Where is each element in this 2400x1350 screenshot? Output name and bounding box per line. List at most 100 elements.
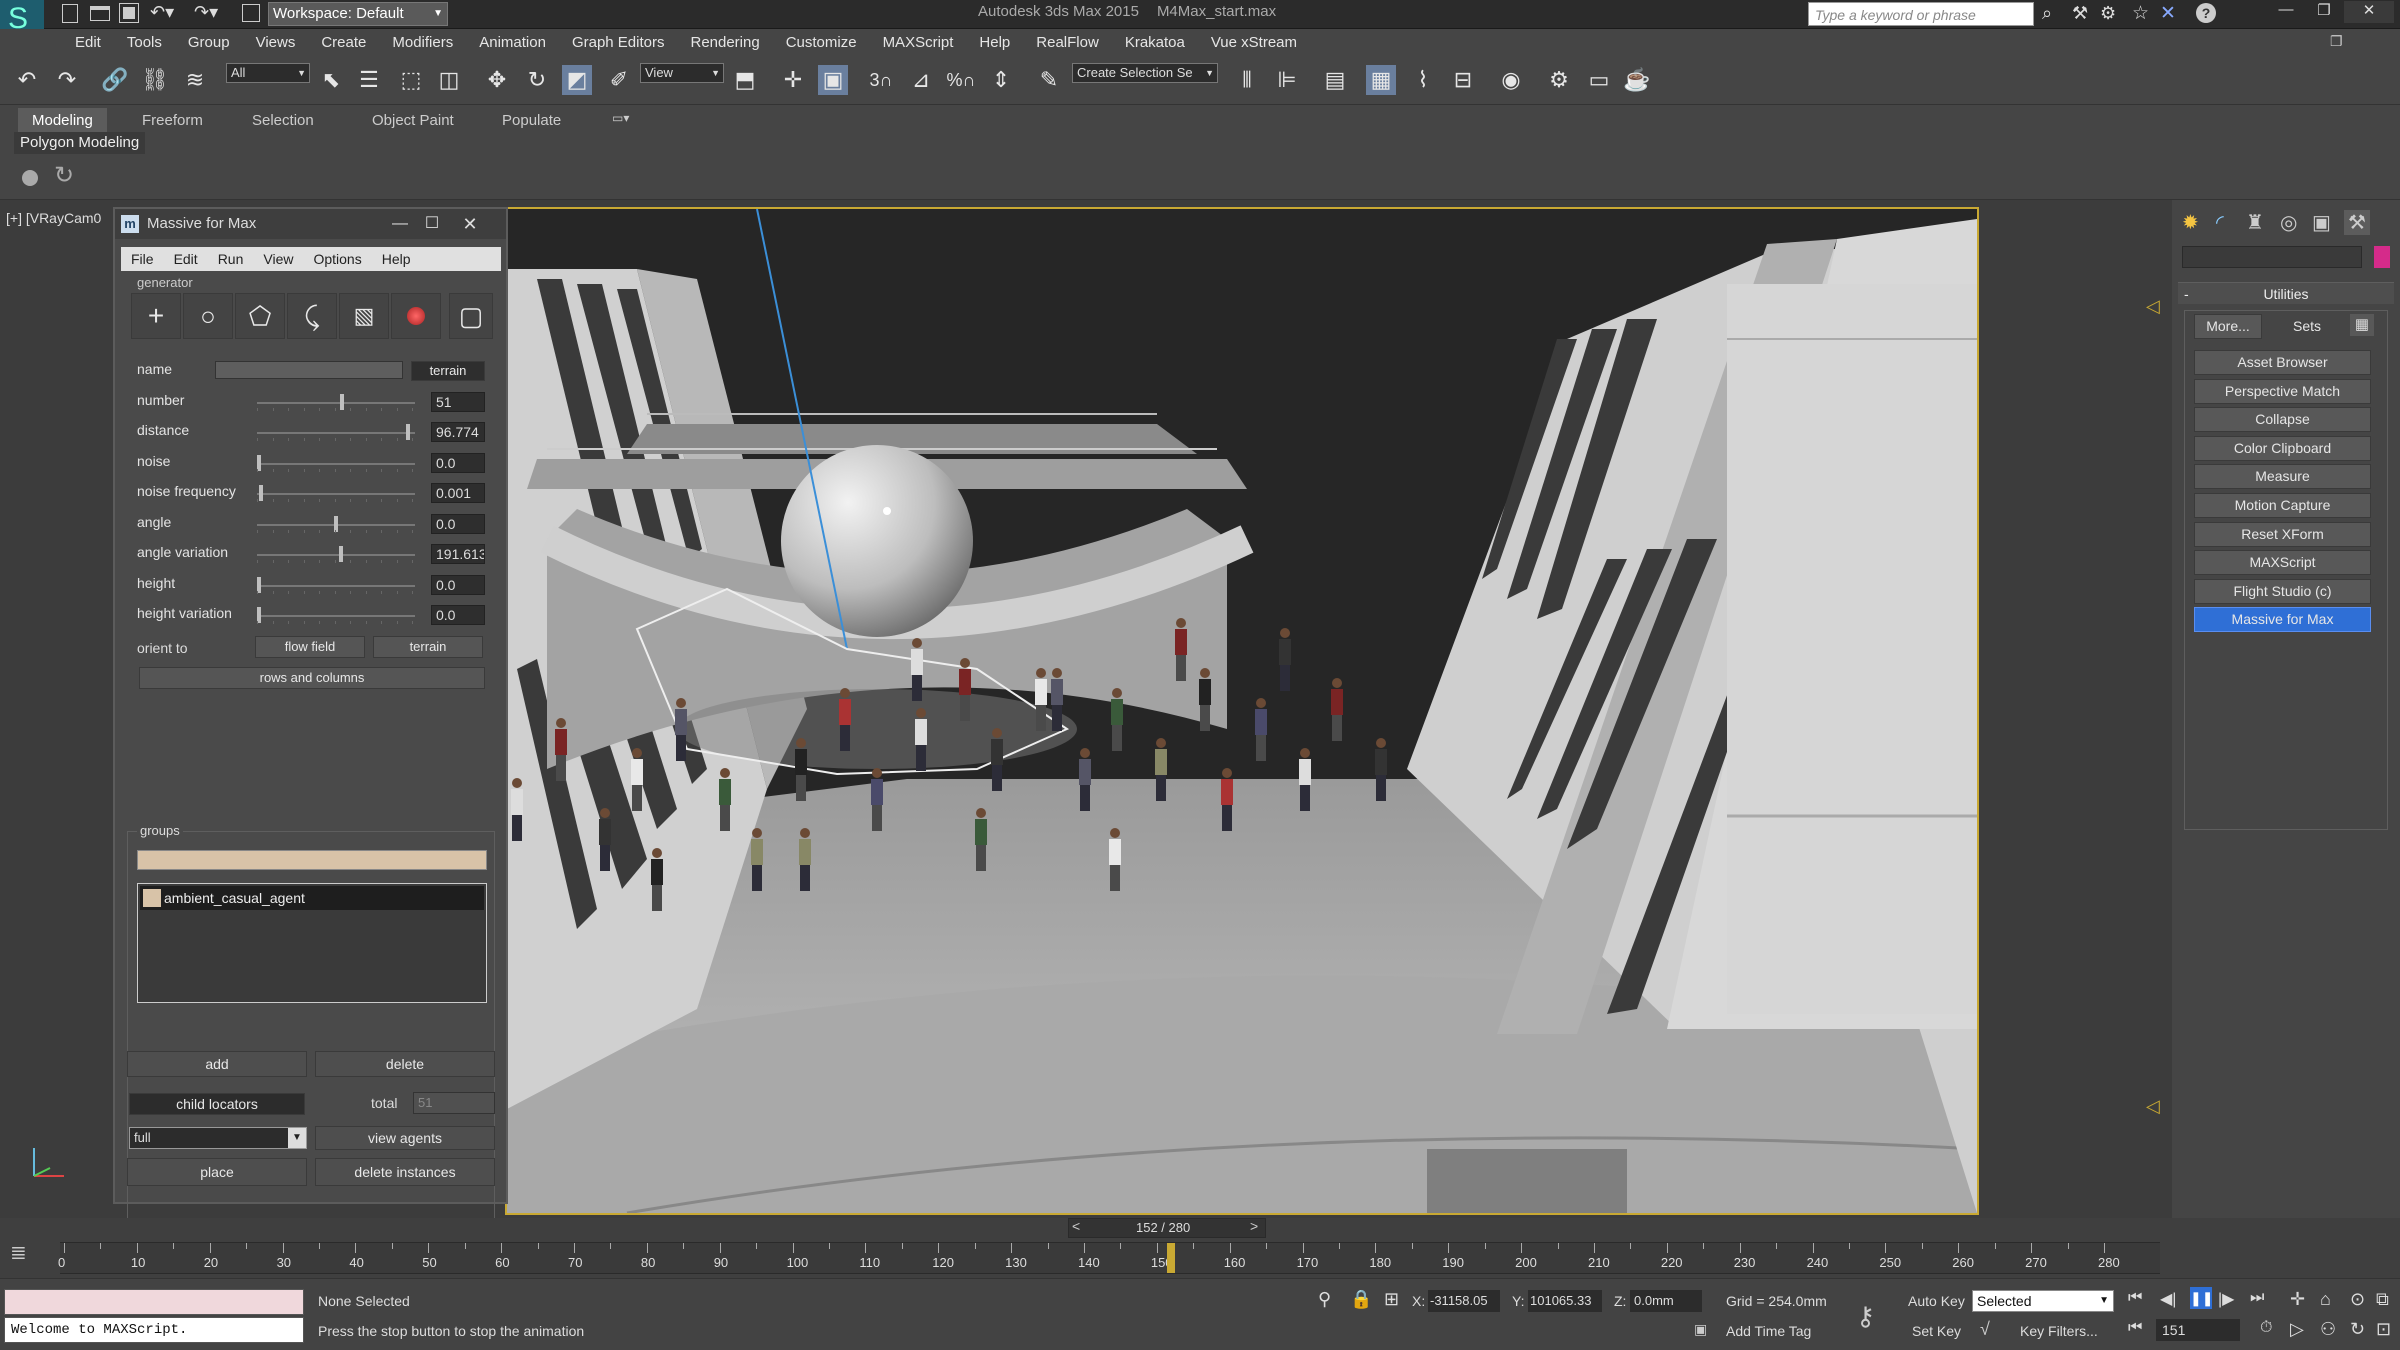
ribbon-subtab[interactable]: Polygon Modeling (14, 132, 146, 154)
rotate-icon[interactable]: ↻ (522, 65, 552, 95)
walk-through-icon[interactable]: ⚇ (2320, 1319, 2336, 1340)
edit-named-selection-icon[interactable]: ✎ (1034, 65, 1064, 95)
place-icon[interactable]: ✐ (604, 65, 634, 95)
pivot-center-icon[interactable]: ⬒ (730, 65, 760, 95)
help-icon[interactable]: ? (2196, 3, 2216, 23)
massive-menu-file[interactable]: File (121, 247, 164, 271)
group-color-swatch[interactable] (137, 850, 487, 870)
add-group-button[interactable]: add (127, 1051, 307, 1077)
key-selection-dropdown[interactable]: Selected ▼ (1972, 1290, 2114, 1312)
massive-menu-edit[interactable]: Edit (164, 247, 208, 271)
frame-generator-icon[interactable]: ▢ (449, 293, 493, 339)
render-production-icon[interactable]: ☕ (1622, 65, 1652, 95)
massive-menu-help[interactable]: Help (372, 247, 421, 271)
ribbon-tab-modeling[interactable]: Modeling (18, 108, 107, 134)
orient-flow-field-button[interactable]: flow field (255, 636, 365, 658)
y-coordinate-field[interactable]: 101065.33 (1528, 1290, 1602, 1312)
massive-close-button[interactable]: ✕ (455, 209, 485, 239)
move-icon[interactable]: ✥ (482, 65, 512, 95)
keyboard-shortcut-override-icon[interactable]: ▣ (818, 65, 848, 95)
distance-value-field[interactable]: 96.774 (431, 422, 485, 442)
number-value-field[interactable]: 51 (431, 391, 485, 412)
field-of-view-icon[interactable]: ⊙ (2350, 1289, 2365, 1310)
select-and-manipulate-icon[interactable]: ✛ (778, 65, 808, 95)
workspace-dropdown[interactable]: Workspace: Default ▼ (268, 2, 448, 26)
menu-help[interactable]: Help (966, 29, 1023, 57)
render-setup-icon[interactable]: ⚙ (1544, 65, 1574, 95)
spline-generator-icon[interactable]: ⤹ (287, 293, 337, 339)
name-field[interactable] (215, 361, 403, 379)
search-field[interactable]: Type a keyword or phrase (1808, 2, 2034, 26)
key-mode-icon[interactable]: ⚷ (1856, 1301, 1875, 1332)
menu-views[interactable]: Views (243, 29, 309, 57)
favorites-star-icon[interactable]: ☆ (2132, 2, 2149, 25)
select-by-name-icon[interactable]: ☰ (354, 65, 384, 95)
ribbon-tab-freeform[interactable]: Freeform (128, 108, 217, 134)
selection-lock-icon[interactable]: 🔒 (1350, 1289, 1372, 1310)
set-key-button[interactable]: Set Key (1912, 1323, 1961, 1339)
massive-menu-view[interactable]: View (253, 247, 303, 271)
menu-realflow[interactable]: RealFlow (1023, 29, 1112, 57)
time-configuration-icon[interactable]: ⏱ (2260, 1319, 2272, 1337)
massive-menu-run[interactable]: Run (208, 247, 254, 271)
circle-generator-icon[interactable]: ○ (183, 293, 233, 339)
communication-icon[interactable]: ⚙ (2100, 3, 2116, 24)
menu-vue-xstream[interactable]: Vue xStream (1198, 29, 1310, 57)
selection-filter-dropdown[interactable]: All ▼ (226, 63, 310, 83)
pan-icon[interactable]: ▷ (2290, 1319, 2304, 1340)
exchange-icon[interactable]: ✕ (2160, 2, 2176, 25)
unlink-icon[interactable]: ⛓ (140, 65, 170, 95)
menu-customize[interactable]: Customize (773, 29, 870, 57)
maxscript-listener-pink[interactable] (4, 1289, 304, 1315)
scale-icon[interactable]: ◩ (562, 65, 592, 95)
number-slider-handle[interactable] (340, 393, 344, 410)
mirror-icon[interactable]: ⫴ (1232, 65, 1262, 95)
curve-editor-icon[interactable]: ⌇ (1408, 65, 1438, 95)
time-slider-prev-icon[interactable]: < (1072, 1218, 1080, 1234)
placement-mode-dropdown[interactable]: full ▼ (129, 1127, 307, 1149)
noise-value-field[interactable]: 0.0 (431, 452, 485, 473)
new-file-icon[interactable] (62, 4, 78, 23)
zoom-icon[interactable]: ✛ (2290, 1289, 2305, 1310)
align-icon[interactable]: ⊫ (1272, 65, 1302, 95)
angle-variation-slider-handle[interactable] (339, 546, 343, 562)
track-bar[interactable]: 0 10 20 30 40 50 60 70 80 90 100 110 120 130 140 150 160… (58, 1242, 2160, 1274)
spinner-snap-icon[interactable]: ⇕ (986, 65, 1016, 95)
massive-menu-options[interactable]: Options (303, 247, 371, 271)
set-key-icon[interactable]: √ (1980, 1319, 1990, 1340)
close-window-button[interactable]: ✕ (2344, 1, 2394, 23)
maximize-viewport-icon[interactable]: ⧉ (2376, 1289, 2389, 1310)
menu-group[interactable]: Group (175, 29, 243, 57)
menu-tools[interactable]: Tools (114, 29, 175, 57)
z-coordinate-field[interactable]: 0.0mm (1630, 1290, 1702, 1312)
noise-frequency-slider-handle[interactable] (259, 485, 263, 501)
utility-maxscript[interactable]: MAXScript (2194, 550, 2371, 576)
agent-generator-icon[interactable] (391, 293, 441, 339)
delete-group-button[interactable]: delete (315, 1051, 495, 1077)
child-locators-button[interactable]: child locators (129, 1093, 305, 1115)
utility-massive-for-max[interactable]: Massive for Max (2194, 607, 2371, 633)
previous-frame-icon[interactable]: ◀| (2160, 1289, 2176, 1309)
scene-explorer-icon[interactable]: ▦ (1366, 65, 1396, 95)
go-to-start-icon[interactable]: ⏮ (2128, 1289, 2142, 1307)
menu-maxscript[interactable]: MAXScript (870, 29, 967, 57)
massive-for-max-window[interactable]: m Massive for Max — ☐ ✕ File Edit Run View O… (113, 207, 508, 1251)
undo-icon[interactable]: ↶▾ (150, 2, 174, 23)
time-slider-next-icon[interactable]: > (1250, 1218, 1258, 1234)
schematic-view-icon[interactable]: ⊟ (1448, 65, 1478, 95)
utility-perspective-match[interactable]: Perspective Match (2194, 378, 2371, 404)
height-variation-slider[interactable] (257, 607, 415, 624)
place-button[interactable]: place (127, 1158, 307, 1186)
height-variation-value-field[interactable]: 0.0 (431, 605, 485, 625)
name-terrain-button[interactable]: terrain (411, 361, 485, 381)
menu-modifiers[interactable]: Modifiers (379, 29, 466, 57)
height-slider[interactable] (257, 576, 415, 594)
named-selection-sets-dropdown[interactable]: Create Selection Se ▼ (1072, 63, 1218, 83)
redo-icon[interactable]: ↷ (52, 65, 82, 95)
absolute-mode-icon[interactable]: ⊞ (1384, 1289, 1399, 1310)
view-agents-button[interactable]: view agents (315, 1126, 495, 1150)
ribbon-tab-selection[interactable]: Selection (238, 108, 328, 134)
menu-krakatoa[interactable]: Krakatoa (1112, 29, 1198, 57)
rendered-frame-window-icon[interactable]: ▭ (1584, 65, 1614, 95)
refresh-icon[interactable]: ↻ (54, 161, 74, 190)
